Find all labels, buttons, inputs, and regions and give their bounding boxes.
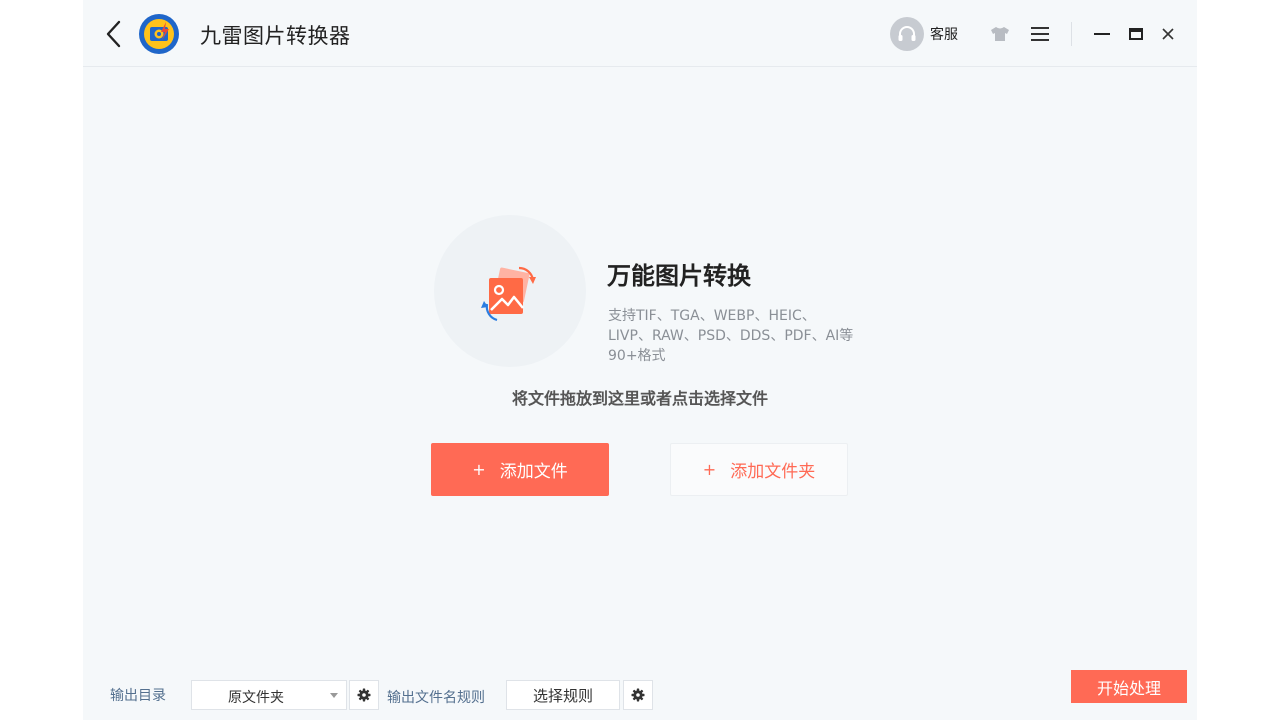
- back-icon: [106, 20, 121, 48]
- app-window: 九雷图片转换器 客服 万能图片转换 支持TIF、TGA、WEBP、HEIC、LI…: [83, 0, 1197, 720]
- add-folder-button[interactable]: + 添加文件夹: [670, 443, 848, 496]
- app-logo-icon: [139, 14, 179, 54]
- output-dir-value: 原文件夹: [228, 690, 284, 706]
- gear-icon: [631, 688, 645, 702]
- output-dir-label: 输出目录: [110, 688, 166, 704]
- plus-icon: +: [472, 460, 486, 479]
- back-button[interactable]: [99, 17, 129, 51]
- close-icon: [1162, 28, 1174, 40]
- plus-icon: +: [702, 460, 717, 479]
- add-file-label: 添加文件: [499, 462, 568, 482]
- filename-rule-label: 输出文件名规则: [387, 690, 485, 706]
- gear-icon: [357, 688, 371, 702]
- chevron-down-icon: [330, 693, 338, 698]
- headset-icon: [890, 17, 924, 51]
- title-bar: 九雷图片转换器 客服: [83, 0, 1197, 67]
- support-button[interactable]: 客服: [890, 16, 958, 52]
- skin-button[interactable]: [986, 20, 1014, 48]
- add-file-button[interactable]: + 添加文件: [431, 443, 609, 496]
- output-dir-select[interactable]: 原文件夹: [191, 680, 347, 710]
- app-title: 九雷图片转换器: [200, 24, 351, 48]
- select-rule-button[interactable]: 选择规则: [506, 680, 620, 710]
- maximize-button[interactable]: [1122, 20, 1150, 48]
- menu-icon: [1031, 27, 1049, 41]
- menu-button[interactable]: [1026, 20, 1054, 48]
- close-button[interactable]: [1154, 20, 1182, 48]
- maximize-icon: [1129, 28, 1143, 40]
- support-label: 客服: [930, 27, 958, 43]
- add-folder-label: 添加文件夹: [730, 462, 816, 482]
- output-dir-settings-button[interactable]: [349, 680, 379, 710]
- minimize-button[interactable]: [1088, 20, 1116, 48]
- hero-title: 万能图片转换: [607, 262, 751, 290]
- start-processing-button[interactable]: 开始处理: [1071, 670, 1187, 703]
- filename-rule-settings-button[interactable]: [623, 680, 653, 710]
- image-convert-icon: [481, 266, 536, 322]
- supported-formats-text: 支持TIF、TGA、WEBP、HEIC、LIVP、RAW、PSD、DDS、PDF…: [608, 308, 854, 364]
- minimize-icon: [1094, 33, 1110, 35]
- skin-icon: [991, 27, 1009, 41]
- drop-hint[interactable]: 将文件拖放到这里或者点击选择文件: [83, 385, 1197, 409]
- title-separator: [1071, 22, 1072, 46]
